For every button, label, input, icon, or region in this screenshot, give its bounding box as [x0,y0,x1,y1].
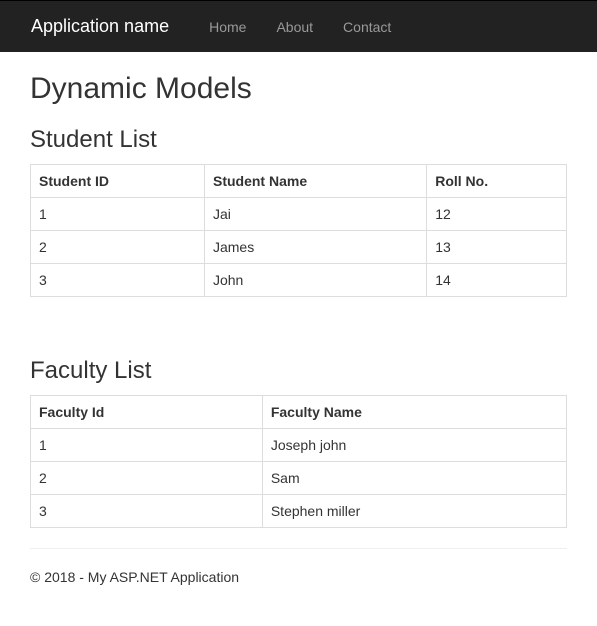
navbar-brand[interactable]: Application name [16,1,184,52]
faculty-id-cell: 3 [31,495,263,528]
student-name-header: Student Name [204,165,426,198]
student-name-cell: Jai [204,198,426,231]
faculty-name-cell: Joseph john [262,429,566,462]
footer-text: © 2018 - My ASP.NET Application [30,569,567,585]
student-id-cell: 1 [31,198,205,231]
nav-link-home[interactable]: Home [194,4,261,50]
student-roll-header: Roll No. [427,165,567,198]
faculty-name-cell: Stephen miller [262,495,566,528]
student-table: Student ID Student Name Roll No. 1 Jai 1… [30,164,567,297]
faculty-name-cell: Sam [262,462,566,495]
student-list-heading: Student List [30,126,567,154]
student-name-cell: James [204,231,426,264]
student-roll-cell: 14 [427,264,567,297]
table-row: 1 Jai 12 [31,198,567,231]
student-id-cell: 3 [31,264,205,297]
table-header-row: Student ID Student Name Roll No. [31,165,567,198]
faculty-list-heading: Faculty List [30,357,567,385]
nav-link-about[interactable]: About [261,4,328,50]
faculty-table: Faculty Id Faculty Name 1 Joseph john 2 … [30,395,567,528]
student-name-cell: John [204,264,426,297]
footer-divider [30,548,567,549]
student-id-cell: 2 [31,231,205,264]
table-row: 2 Sam [31,462,567,495]
student-roll-cell: 12 [427,198,567,231]
table-header-row: Faculty Id Faculty Name [31,396,567,429]
main-container: Dynamic Models Student List Student ID S… [0,72,597,605]
footer: © 2018 - My ASP.NET Application [30,569,567,605]
table-row: 2 James 13 [31,231,567,264]
page-title: Dynamic Models [30,72,567,106]
nav-link-contact[interactable]: Contact [328,4,406,50]
faculty-id-cell: 1 [31,429,263,462]
table-row: 3 John 14 [31,264,567,297]
navbar-nav: Home About Contact [194,4,406,50]
faculty-id-header: Faculty Id [31,396,263,429]
table-row: 3 Stephen miller [31,495,567,528]
table-row: 1 Joseph john [31,429,567,462]
student-roll-cell: 13 [427,231,567,264]
student-id-header: Student ID [31,165,205,198]
navbar: Application name Home About Contact [0,0,597,52]
faculty-name-header: Faculty Name [262,396,566,429]
faculty-id-cell: 2 [31,462,263,495]
